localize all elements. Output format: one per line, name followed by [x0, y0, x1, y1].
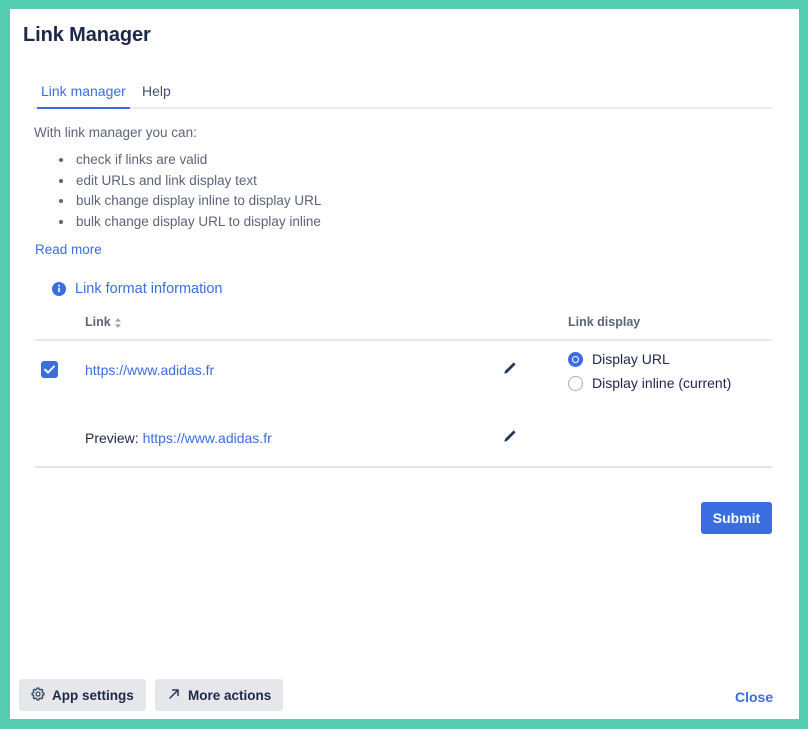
sort-updown-icon: [114, 316, 122, 328]
radio-option-display-url[interactable]: Display URL: [568, 347, 731, 371]
tab-bar: Link manager Help: [33, 77, 773, 109]
gear-icon: [31, 687, 45, 704]
link-format-information-label: Link format information: [75, 279, 222, 299]
preview-row: Preview: https://www.adidas.fr: [85, 428, 272, 448]
radio-selected-icon: [568, 352, 583, 367]
link-format-information-button[interactable]: Link format information: [52, 279, 222, 299]
list-item: bulk change display URL to display inlin…: [74, 212, 321, 233]
radio-option-display-url-label: Display URL: [592, 349, 670, 369]
more-actions-button[interactable]: More actions: [155, 679, 283, 711]
submit-button[interactable]: Submit: [701, 502, 772, 534]
page-title: Link Manager: [23, 22, 151, 48]
column-header-link-display: Link display: [568, 313, 640, 331]
column-header-link[interactable]: Link: [85, 313, 122, 331]
link-manager-dialog: Link Manager Link manager Help With link…: [10, 9, 799, 719]
row-select-checkbox[interactable]: [41, 361, 58, 378]
tab-help[interactable]: Help: [138, 77, 175, 109]
row-link-url[interactable]: https://www.adidas.fr: [85, 360, 214, 380]
app-settings-label: App settings: [52, 688, 134, 703]
radio-option-display-inline[interactable]: Display inline (current): [568, 371, 731, 395]
more-actions-label: More actions: [188, 688, 271, 703]
section-divider: [35, 466, 772, 468]
list-item: check if links are valid: [74, 150, 321, 171]
preview-label: Preview:: [85, 430, 139, 446]
link-display-radio-group: Display URL Display inline (current): [568, 347, 731, 395]
pencil-icon: [499, 359, 519, 379]
intro-lead: With link manager you can:: [34, 123, 197, 143]
info-icon: [52, 282, 66, 296]
list-item: edit URLs and link display text: [74, 171, 321, 192]
list-item: bulk change display inline to display UR…: [74, 191, 321, 212]
app-frame: Link Manager Link manager Help With link…: [0, 0, 808, 729]
column-header-link-display-label: Link display: [568, 313, 640, 331]
radio-option-display-inline-label: Display inline (current): [592, 373, 731, 393]
arrow-up-right-icon: [167, 687, 181, 704]
app-settings-button[interactable]: App settings: [19, 679, 146, 711]
preview-link-url[interactable]: https://www.adidas.fr: [143, 430, 272, 446]
table-header-rule: [35, 339, 772, 341]
radio-unselected-icon: [568, 376, 583, 391]
edit-preview-button[interactable]: [499, 427, 519, 447]
tab-help-label: Help: [142, 83, 171, 99]
pencil-icon: [499, 427, 519, 447]
table-header: Link Link display: [35, 313, 772, 335]
column-header-link-label: Link: [85, 313, 111, 331]
feature-list: check if links are valid edit URLs and l…: [54, 150, 321, 232]
edit-link-button[interactable]: [499, 359, 519, 379]
tab-link-manager-label: Link manager: [41, 83, 126, 99]
close-button[interactable]: Close: [735, 687, 773, 707]
read-more-link[interactable]: Read more: [35, 241, 102, 259]
tab-link-manager[interactable]: Link manager: [37, 77, 130, 109]
